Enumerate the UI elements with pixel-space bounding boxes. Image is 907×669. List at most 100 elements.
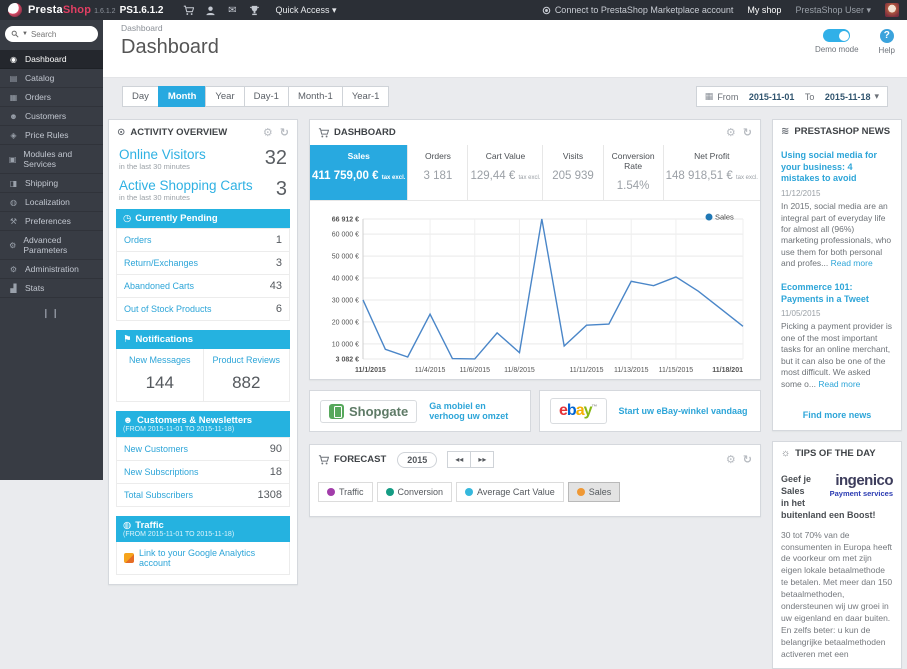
trophy-icon[interactable]: [243, 5, 265, 16]
read-more-link[interactable]: Read more: [818, 379, 860, 389]
prestashop-logo[interactable]: [8, 3, 22, 17]
forecast-legend-sales[interactable]: Sales: [568, 482, 621, 502]
notification-value: 144: [121, 373, 199, 393]
envelope-icon[interactable]: ✉: [221, 5, 243, 16]
user-menu[interactable]: PrestaShop User ▾: [795, 5, 871, 16]
gear-icon[interactable]: ⚙: [726, 126, 736, 139]
news-article-title-link[interactable]: Using social media for your business: 4 …: [781, 150, 893, 185]
user-avatar[interactable]: [885, 3, 899, 17]
row-label-link[interactable]: Out of Stock Products: [124, 304, 212, 314]
forecast-legend-traffic[interactable]: Traffic: [318, 482, 373, 502]
forecast-legend-conversion[interactable]: Conversion: [377, 482, 453, 502]
ebay-link[interactable]: Start uw eBay-winkel vandaag: [619, 406, 748, 416]
notification-cell: Product Reviews882: [203, 349, 290, 401]
online-visitors-stat: 32 Online Visitors in the last 30 minute…: [109, 145, 297, 171]
collapse-menu-button[interactable]: ❙❙: [0, 308, 103, 319]
sidebar-item-localization[interactable]: ◍Localization: [0, 193, 103, 212]
shop-code: PS1.6.1.2: [120, 5, 164, 16]
range-button-year[interactable]: Year: [205, 86, 244, 107]
sidebar-item-customers[interactable]: ☻Customers: [0, 107, 103, 126]
my-shop-link[interactable]: My shop: [747, 5, 781, 15]
google-analytics-link[interactable]: Link to your Google Analytics account: [116, 542, 290, 575]
search-input[interactable]: [31, 30, 87, 39]
traffic-section: ◍Traffic (FROM 2015-11-01 TO 2015-11-18)…: [116, 516, 290, 575]
table-row: Return/Exchanges3: [117, 251, 289, 274]
activity-overview-panel: ⊙ ACTIVITY OVERVIEW ⚙↻ 32 Online Visitor…: [108, 119, 298, 585]
sidebar-search[interactable]: ▼: [5, 26, 98, 42]
legend-label: Average Cart Value: [477, 487, 555, 497]
find-more-news-link[interactable]: Find more news: [773, 406, 901, 430]
cart-icon[interactable]: [177, 5, 199, 16]
range-button-year-1[interactable]: Year-1: [342, 86, 390, 107]
sidebar-item-label: Customers: [25, 111, 66, 121]
tips-of-the-day-panel: ☼ TIPS OF THE DAY ingenico Payment servi…: [772, 441, 902, 669]
y-tick-label: 20 000 €: [332, 319, 359, 326]
ingenico-logo: ingenico Payment services: [817, 473, 893, 499]
modules-icon: ▣: [8, 155, 17, 164]
sidebar-item-shipping[interactable]: ◨Shipping: [0, 174, 103, 193]
gear-icon[interactable]: ⚙: [263, 126, 273, 139]
forecast-next-button[interactable]: ▸▸: [470, 451, 494, 468]
online-visitors-link[interactable]: Online Visitors: [119, 147, 287, 162]
notification-label-link[interactable]: Product Reviews: [208, 355, 286, 365]
sidebar-item-dashboard[interactable]: ◉Dashboard: [0, 50, 103, 69]
refresh-icon[interactable]: ↻: [743, 453, 752, 466]
legend-label: Sales: [589, 487, 612, 497]
kpi-label: Cart Value: [470, 151, 540, 161]
active-carts-link[interactable]: Active Shopping Carts: [119, 178, 287, 193]
kpi-tile-conversion-rate[interactable]: Conversion Rate1.54%: [604, 145, 664, 200]
help-icon[interactable]: ?: [880, 29, 894, 43]
sidebar-item-price-rules[interactable]: ◈Price Rules: [0, 126, 103, 145]
row-label-link[interactable]: Abandoned Carts: [124, 281, 194, 291]
row-label-link[interactable]: Total Subscribers: [124, 490, 193, 500]
legend-dot-icon: [386, 488, 394, 496]
row-label-link[interactable]: New Subscriptions: [124, 467, 199, 477]
user-icon[interactable]: [199, 5, 221, 16]
sidebar-item-advanced-parameters[interactable]: ⚙Advanced Parameters: [0, 231, 103, 260]
row-label-link[interactable]: New Customers: [124, 444, 188, 454]
marketplace-link[interactable]: Connect to PrestaShop Marketplace accoun…: [542, 5, 734, 15]
activity-title: ACTIVITY OVERVIEW: [130, 127, 227, 138]
sidebar-item-modules-and-services[interactable]: ▣Modules and Services: [0, 145, 103, 174]
range-button-day[interactable]: Day: [122, 86, 159, 107]
date-range-picker[interactable]: ▦ From 2015-11-01 To 2015-11-18 ▾: [696, 86, 888, 107]
kpi-tile-orders[interactable]: Orders3 181: [408, 145, 468, 200]
row-value: 43: [270, 280, 282, 292]
cart-icon: [318, 128, 329, 138]
calendar-icon: ▦: [705, 91, 714, 102]
shopgate-link[interactable]: Ga mobiel en verhoog uw omzet: [429, 401, 520, 421]
x-tick-label: 11/8/2015: [504, 367, 535, 374]
refresh-icon[interactable]: ↻: [743, 126, 752, 139]
quick-access-menu[interactable]: Quick Access ▾: [275, 5, 336, 16]
news-article-title-link[interactable]: Ecommerce 101: Payments in a Tweet: [781, 282, 893, 305]
sidebar-item-catalog[interactable]: ▤Catalog: [0, 69, 103, 88]
row-label-link[interactable]: Return/Exchanges: [124, 258, 198, 268]
notification-label-link[interactable]: New Messages: [121, 355, 199, 365]
sidebar-item-stats[interactable]: ▟Stats: [0, 279, 103, 298]
read-more-link[interactable]: Read more: [831, 258, 873, 268]
sidebar-item-orders[interactable]: ▦Orders: [0, 88, 103, 107]
demo-mode-toggle[interactable]: [823, 29, 850, 42]
forecast-legend-average-cart-value[interactable]: Average Cart Value: [456, 482, 564, 502]
range-button-month[interactable]: Month: [158, 86, 207, 107]
range-button-month-1[interactable]: Month-1: [288, 86, 343, 107]
range-button-day-1[interactable]: Day-1: [244, 86, 289, 107]
search-scope-caret-icon[interactable]: ▼: [22, 31, 28, 37]
legend-dot-icon: [327, 488, 335, 496]
bell-icon: ⚑: [123, 334, 132, 345]
y-tick-label: 30 000 €: [332, 297, 359, 304]
breadcrumb[interactable]: Dashboard: [121, 23, 907, 33]
kpi-label: Conversion Rate: [606, 151, 661, 171]
sidebar-item-preferences[interactable]: ⚒Preferences: [0, 212, 103, 231]
refresh-icon[interactable]: ↻: [280, 126, 289, 139]
sidebar-item-administration[interactable]: ⚙Administration: [0, 260, 103, 279]
kpi-tile-net-profit[interactable]: Net Profit148 918,51 € tax excl.: [664, 145, 760, 200]
forecast-prev-button[interactable]: ◂◂: [447, 451, 471, 468]
legend-dot-icon: [577, 488, 585, 496]
gear-icon[interactable]: ⚙: [726, 453, 736, 466]
kpi-tile-visits[interactable]: Visits205 939: [543, 145, 603, 200]
kpi-tile-cart-value[interactable]: Cart Value129,44 € tax excl.: [468, 145, 543, 200]
row-label-link[interactable]: Orders: [124, 235, 152, 245]
kpi-tile-sales[interactable]: Sales411 759,00 € tax excl.: [310, 145, 408, 200]
shopgate-logo: Shopgate: [320, 400, 417, 423]
